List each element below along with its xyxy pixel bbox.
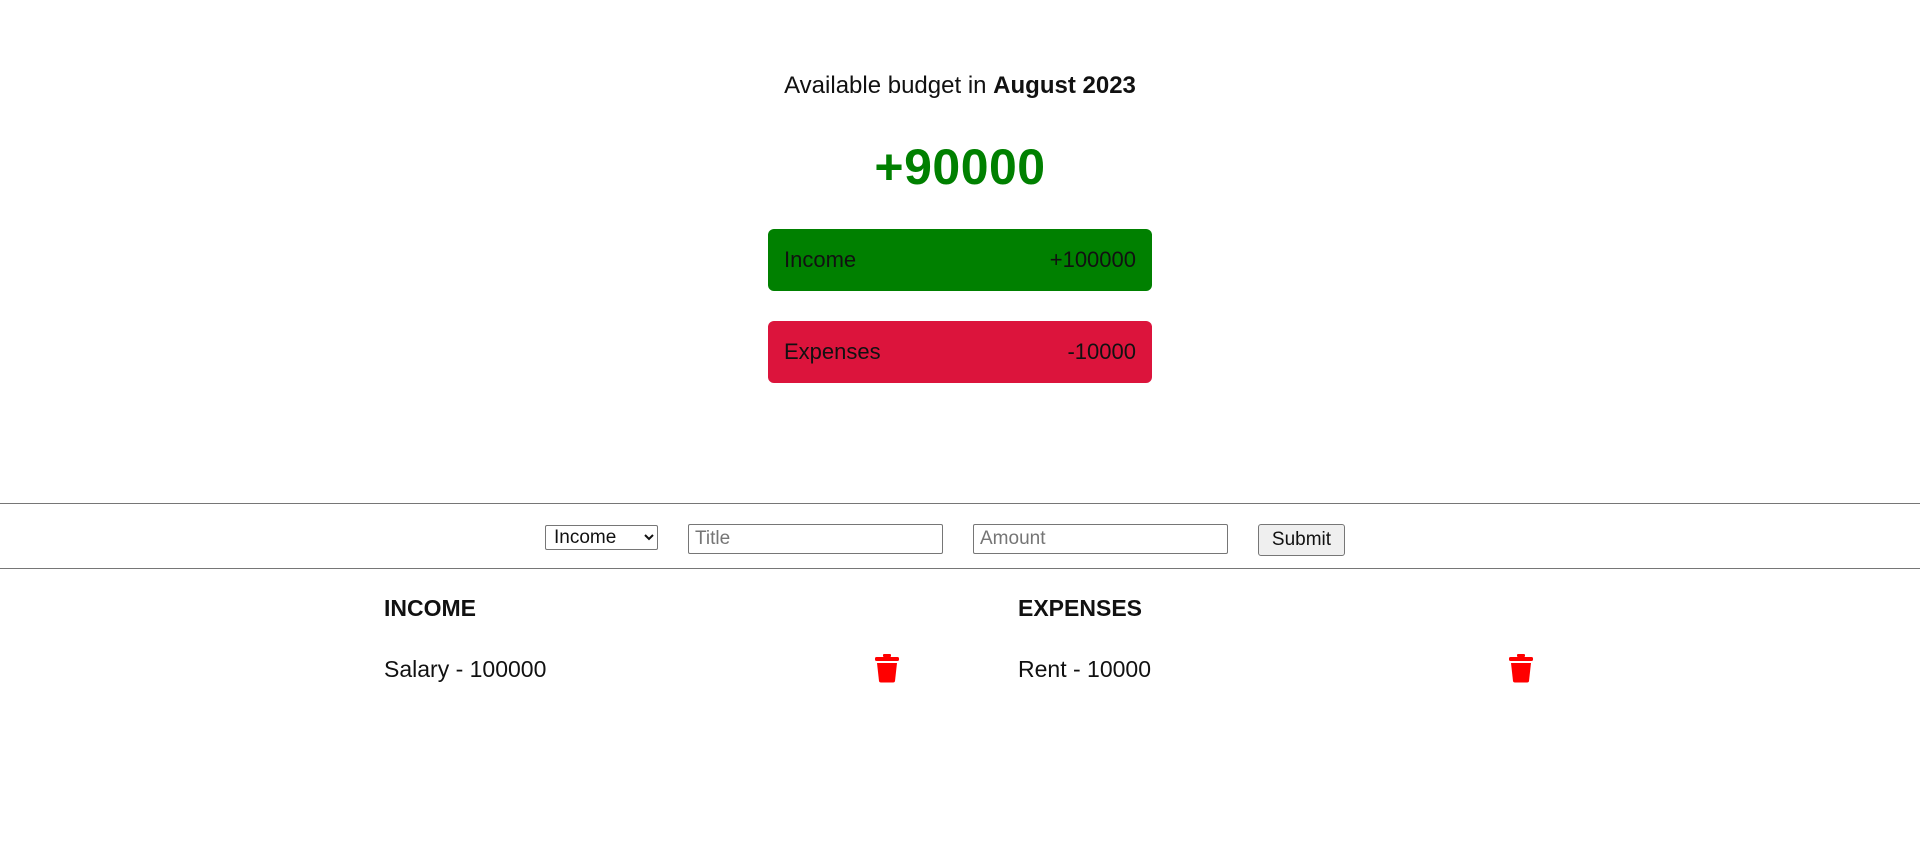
submit-button[interactable]: Submit (1258, 524, 1345, 556)
list-item: Rent - 10000 (1018, 653, 1548, 685)
amount-input[interactable] (973, 524, 1228, 554)
expenses-summary-value: -10000 (1067, 339, 1136, 364)
expenses-summary-label: Expenses (784, 339, 881, 364)
title-input[interactable] (688, 524, 943, 554)
budget-summary-section: Available budget in August 2023 +90000 I… (0, 0, 1920, 503)
budget-heading-label: Available budget in (784, 72, 987, 99)
budget-heading: Available budget in August 2023 (0, 72, 1920, 100)
income-list-heading: INCOME (384, 595, 476, 621)
income-summary-value: +100000 (1049, 247, 1136, 272)
income-item-text: Salary - 100000 (384, 656, 547, 682)
income-list: INCOME Salary - 100000 (384, 595, 914, 685)
income-summary-label: Income (784, 247, 857, 272)
income-summary-card: Income +100000 (768, 229, 1152, 291)
budget-month: August 2023 (993, 72, 1136, 99)
available-budget-value: +90000 (874, 139, 1046, 195)
expenses-list-heading: EXPENSES (1018, 595, 1142, 621)
entry-type-select[interactable]: Income (545, 525, 658, 550)
add-entry-form: Income Submit (0, 503, 1920, 569)
expenses-summary-card: Expenses -10000 (768, 321, 1152, 383)
expense-item-text: Rent - 10000 (1018, 656, 1151, 682)
expenses-list: EXPENSES Rent - 10000 (1018, 595, 1548, 685)
trash-icon[interactable] (1508, 653, 1534, 683)
list-item: Salary - 100000 (384, 653, 914, 685)
trash-icon[interactable] (874, 653, 900, 683)
